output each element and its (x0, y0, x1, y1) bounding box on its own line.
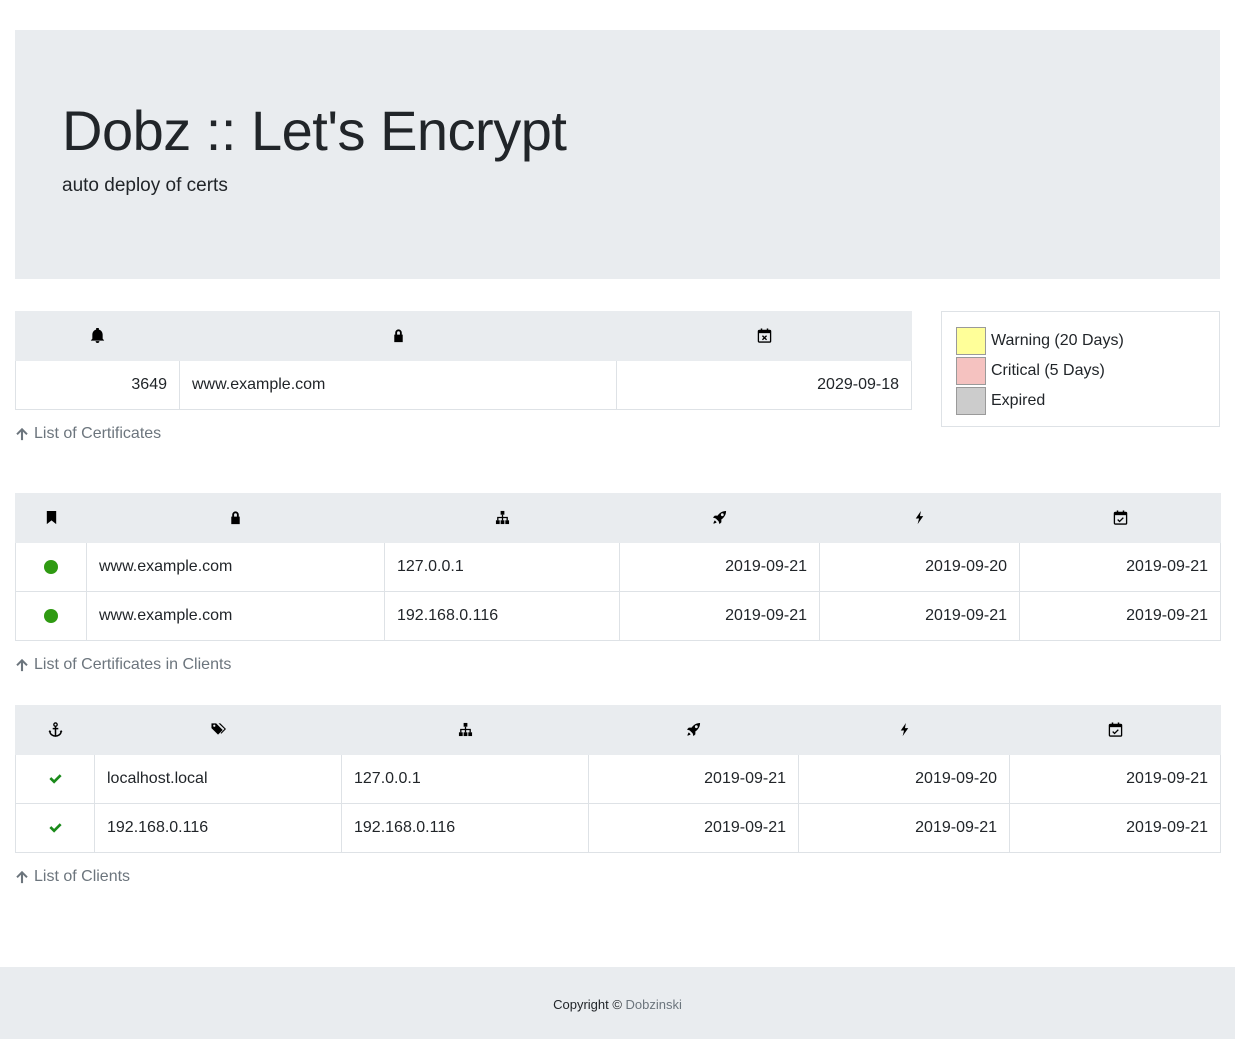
lock-icon (228, 510, 243, 525)
domain-cell: www.example.com (86, 591, 385, 641)
status-cell (15, 754, 95, 804)
lock-icon (391, 328, 406, 343)
status-cell (15, 803, 95, 853)
column-domain[interactable] (179, 311, 617, 361)
column-checked[interactable] (1019, 493, 1221, 543)
checked-cell: 2019-09-21 (1019, 542, 1221, 592)
status-dot-icon (44, 608, 58, 623)
column-status[interactable] (15, 705, 95, 755)
ip-cell: 127.0.0.1 (341, 754, 589, 804)
expires-cell: 2029-09-18 (616, 360, 912, 410)
status-cell (15, 591, 87, 641)
arrow-up-icon (16, 427, 28, 441)
checked-cell: 2019-09-21 (1009, 803, 1221, 853)
table-header-row (15, 311, 912, 361)
deployed-cell: 2019-09-21 (619, 591, 820, 641)
legend-item-critical: Critical (5 Days) (956, 356, 1219, 386)
column-triggered[interactable] (798, 705, 1010, 755)
client-certificates-table: www.example.com 127.0.0.1 2019-09-21 201… (15, 493, 1221, 641)
bolt-icon (897, 722, 912, 737)
column-ip[interactable] (341, 705, 589, 755)
calendar-check-icon (1113, 510, 1128, 525)
triggered-cell: 2019-09-21 (819, 591, 1020, 641)
anchor-icon (47, 722, 63, 738)
page-title: Dobz :: Let's Encrypt (62, 99, 567, 162)
status-dot-icon (44, 559, 58, 574)
bookmark-icon (44, 510, 59, 525)
table-row[interactable]: 192.168.0.116 192.168.0.116 2019-09-21 2… (15, 803, 1221, 853)
copyright-text: Copyright © (553, 997, 622, 1012)
certificates-back-link[interactable]: List of Certificates (15, 424, 161, 444)
column-ip[interactable] (384, 493, 620, 543)
table-header-row (15, 705, 1221, 755)
client-name-cell: 192.168.0.116 (94, 803, 342, 853)
legend-label-warning: Warning (20 Days) (991, 332, 1124, 349)
legend-item-expired: Expired (956, 386, 1219, 416)
legend-label-expired: Expired (991, 392, 1046, 409)
legend-swatch-critical (956, 357, 986, 385)
bolt-icon (912, 510, 927, 525)
calendar-check-icon (1108, 722, 1123, 737)
table-row[interactable]: www.example.com 192.168.0.116 2019-09-21… (15, 591, 1221, 641)
client-certificates-back-link[interactable]: List of Certificates in Clients (15, 655, 231, 675)
ip-cell: 127.0.0.1 (384, 542, 620, 592)
author-link[interactable]: Dobzinski (626, 997, 682, 1012)
sitemap-icon (495, 510, 510, 525)
bell-icon (90, 328, 105, 344)
ip-cell: 192.168.0.116 (384, 591, 620, 641)
arrow-up-icon (16, 870, 28, 884)
legend-label-critical: Critical (5 Days) (991, 362, 1105, 379)
client-name-cell: localhost.local (94, 754, 342, 804)
checked-cell: 2019-09-21 (1019, 591, 1221, 641)
table-row[interactable]: localhost.local 127.0.0.1 2019-09-21 201… (15, 754, 1221, 804)
column-triggered[interactable] (819, 493, 1020, 543)
certificates-table: 3649 www.example.com 2029-09-18 (15, 311, 912, 410)
column-status[interactable] (15, 493, 87, 543)
column-deployed[interactable] (588, 705, 799, 755)
table-row[interactable]: www.example.com 127.0.0.1 2019-09-21 201… (15, 542, 1221, 592)
clients-back-link[interactable]: List of Clients (15, 867, 130, 887)
deployed-cell: 2019-09-21 (588, 803, 799, 853)
triggered-cell: 2019-09-21 (798, 803, 1010, 853)
header-jumbotron: Dobz :: Let's Encrypt auto deploy of cer… (15, 30, 1220, 279)
checked-cell: 2019-09-21 (1009, 754, 1221, 804)
triggered-cell: 2019-09-20 (798, 754, 1010, 804)
days-left-cell: 3649 (15, 360, 180, 410)
deployed-cell: 2019-09-21 (588, 754, 799, 804)
tags-icon (210, 722, 226, 737)
certificates-link-label: List of Certificates (34, 425, 162, 442)
domain-cell: www.example.com (86, 542, 385, 592)
legend-swatch-expired (956, 387, 986, 415)
deployed-cell: 2019-09-21 (619, 542, 820, 592)
table-row[interactable]: 3649 www.example.com 2029-09-18 (15, 360, 912, 410)
sitemap-icon (458, 722, 473, 737)
legend-swatch-warning (956, 327, 986, 355)
client-certificates-link-label: List of Certificates in Clients (34, 656, 232, 673)
column-domain[interactable] (86, 493, 385, 543)
check-icon (48, 820, 63, 835)
ip-cell: 192.168.0.116 (341, 803, 589, 853)
table-header-row (15, 493, 1221, 543)
column-days-left[interactable] (15, 311, 180, 361)
calendar-x-icon (757, 328, 772, 343)
page-subtitle: auto deploy of certs (62, 175, 228, 196)
legend-item-warning: Warning (20 Days) (956, 326, 1219, 356)
check-icon (48, 771, 63, 786)
column-expires[interactable] (616, 311, 912, 361)
rocket-icon (712, 510, 727, 525)
triggered-cell: 2019-09-20 (819, 542, 1020, 592)
domain-cell: www.example.com (179, 360, 617, 410)
rocket-icon (686, 722, 701, 737)
clients-link-label: List of Clients (34, 868, 131, 885)
column-deployed[interactable] (619, 493, 820, 543)
footer: Copyright © Dobzinski (0, 967, 1235, 1039)
column-checked[interactable] (1009, 705, 1221, 755)
clients-table: localhost.local 127.0.0.1 2019-09-21 201… (15, 705, 1221, 853)
footer-copyright: Copyright © Dobzinski (0, 997, 1235, 1012)
column-name[interactable] (94, 705, 342, 755)
expiry-legend: Warning (20 Days) Critical (5 Days) Expi… (941, 311, 1220, 427)
status-cell (15, 542, 87, 592)
arrow-up-icon (16, 658, 28, 672)
